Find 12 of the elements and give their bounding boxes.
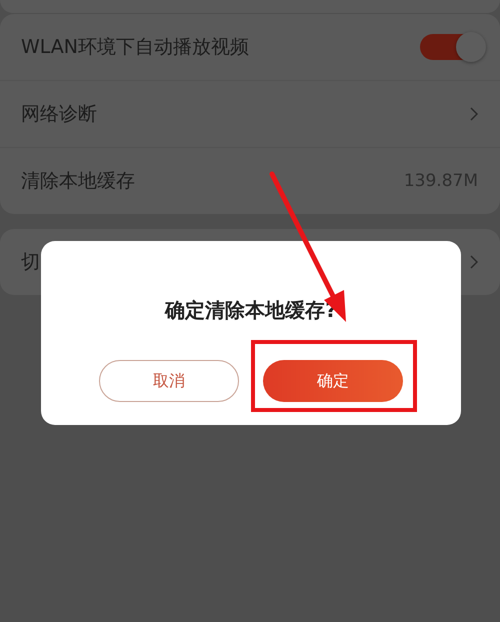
setting-label: 网络诊断 xyxy=(21,102,97,127)
confirm-button[interactable]: 确定 xyxy=(263,360,403,402)
setting-label: 切 xyxy=(21,250,40,275)
toggle-switch[interactable] xyxy=(420,34,484,60)
settings-row[interactable]: WLAN环境下自动播放视频 xyxy=(0,14,500,80)
chevron-icon xyxy=(470,107,478,121)
setting-label: 清除本地缓存 xyxy=(21,169,135,194)
settings-row[interactable]: 网络诊断 xyxy=(0,80,500,147)
setting-label: WLAN环境下自动播放视频 xyxy=(21,35,250,60)
cancel-button[interactable]: 取消 xyxy=(99,360,239,402)
settings-row[interactable]: 切 xyxy=(0,229,500,295)
chevron-icon xyxy=(470,255,478,269)
